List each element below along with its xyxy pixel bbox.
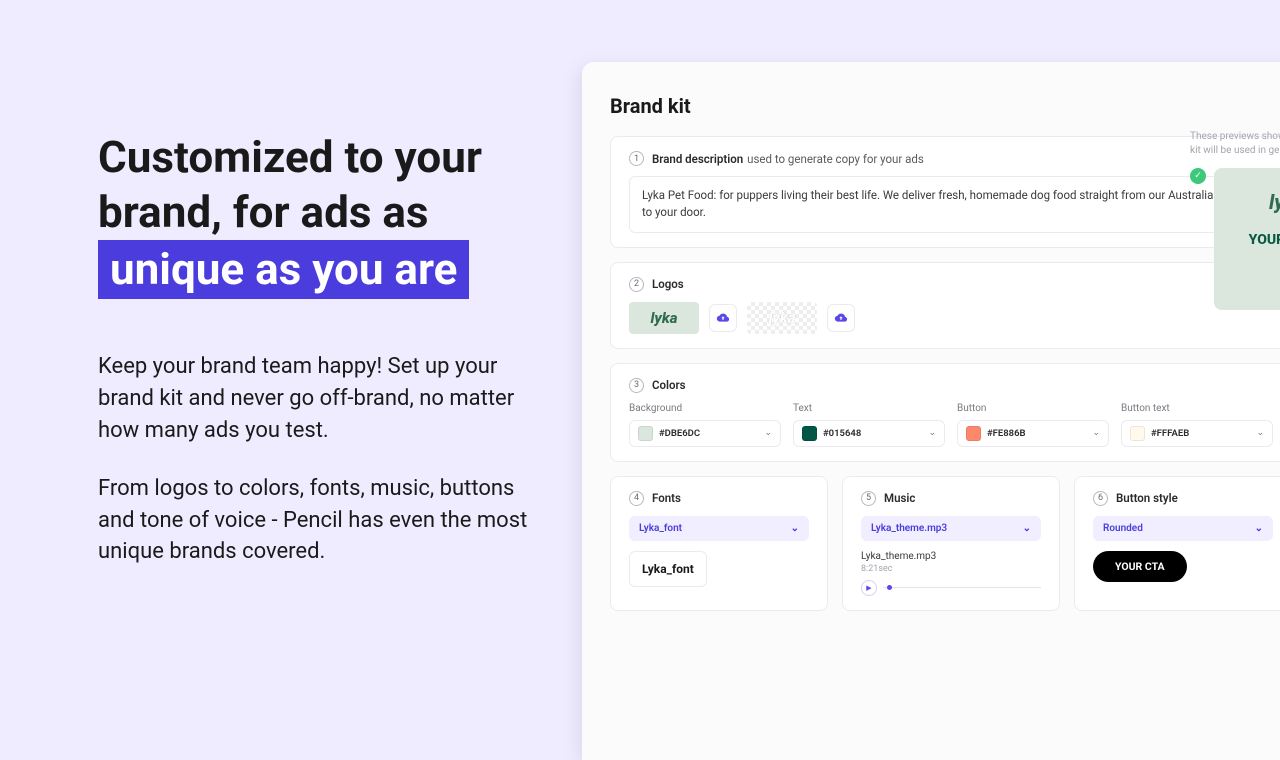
check-icon: ✓ [1190,168,1206,184]
font-select-value: Lyka_font [639,523,682,534]
chevron-down-icon: ⌄ [1092,428,1100,438]
brand-description-sublabel: used to generate copy for your ads [747,152,924,166]
brand-kit-panel: Brand kit 1 Brand description used to ge… [582,62,1280,760]
step-3-icon: 3 [629,378,644,393]
brand-description-label: Brand description [652,152,743,166]
panel-title: Brand kit [610,94,1280,118]
logos-label: Logos [652,277,684,291]
step-6-icon: 6 [1093,491,1108,506]
color-swatch [966,426,981,441]
color-hex: #FE886B [987,428,1086,439]
color-swatch [638,426,653,441]
hero-line-1: Customized to your [98,131,482,183]
preview-copy: YOUR COPY [1226,232,1280,248]
font-preview: Lyka_font [629,551,707,587]
chevron-down-icon: ⌄ [1256,428,1264,438]
logo-tile-transparent[interactable]: lyka [747,302,817,334]
color-background-label: Background [629,403,781,414]
font-select[interactable]: Lyka_font ⌄ [629,516,809,541]
color-hex: #DBE6DC [659,428,758,439]
button-style-select[interactable]: Rounded ⌄ [1093,516,1273,541]
ad-preview-card: lyka YOUR COPY YOUR CTA [1214,168,1280,310]
hero-headline: Customized to your brand, for ads as uni… [98,130,530,299]
chevron-down-icon: ⌄ [1255,523,1263,534]
hero-line-2: brand, for ads as [98,186,429,238]
color-button-text-select[interactable]: #FFFAEB ⌄ [1121,420,1273,447]
hero-highlight: unique as you are [98,240,469,299]
chevron-down-icon: ⌄ [928,428,936,438]
preview-note: These previews show how your brand kit w… [1190,130,1280,158]
color-text-label: Text [793,403,945,414]
color-swatch [802,426,817,441]
button-style-value: Rounded [1103,523,1143,534]
step-1-icon: 1 [629,151,644,166]
logos-card: 2 Logos lyka lyka [610,262,1280,349]
chevron-down-icon: ⌄ [764,428,772,438]
step-4-icon: 4 [629,491,644,506]
brand-description-card: 1 Brand description used to generate cop… [610,136,1280,248]
music-label: Music [884,491,915,505]
fonts-label: Fonts [652,491,681,505]
color-swatch [1130,426,1145,441]
color-text-select[interactable]: #015648 ⌄ [793,420,945,447]
preview-logo: lyka [1226,190,1280,214]
audio-track[interactable] [883,587,1041,588]
color-button-select[interactable]: #FE886B ⌄ [957,420,1109,447]
cta-preview-button: YOUR CTA [1093,551,1187,582]
music-select[interactable]: Lyka_theme.mp3 ⌄ [861,516,1041,541]
upload-logo-button[interactable] [709,304,737,332]
cloud-upload-icon [716,312,730,323]
colors-card: 3 Colors Background #DBE6DC ⌄ Text [610,363,1280,462]
step-2-icon: 2 [629,277,644,292]
brand-description-input[interactable]: Lyka Pet Food: for puppers living their … [629,176,1273,233]
button-style-card: 6 Button style Rounded ⌄ YOUR CTA [1074,476,1280,611]
chevron-down-icon: ⌄ [1023,523,1031,534]
music-duration: 8:21sec [861,564,1041,574]
color-button-text-label: Button text [1121,403,1273,414]
fonts-card: 4 Fonts Lyka_font ⌄ Lyka_font [610,476,828,611]
music-filename: Lyka_theme.mp3 [861,551,1041,562]
upload-logo-button[interactable] [827,304,855,332]
music-card: 5 Music Lyka_theme.mp3 ⌄ Lyka_theme.mp3 … [842,476,1060,611]
colors-label: Colors [652,378,686,392]
cloud-upload-icon [834,312,848,323]
color-hex: #FFFAEB [1151,428,1250,439]
hero-para-1: Keep your brand team happy! Set up your … [98,351,530,447]
hero-para-2: From logos to colors, fonts, music, butt… [98,473,530,569]
color-button-label: Button [957,403,1109,414]
color-hex: #015648 [823,428,922,439]
color-background-select[interactable]: #DBE6DC ⌄ [629,420,781,447]
button-style-label: Button style [1116,491,1178,505]
logo-tile-primary[interactable]: lyka [629,302,699,334]
chevron-down-icon: ⌄ [791,523,799,534]
step-5-icon: 5 [861,491,876,506]
music-select-value: Lyka_theme.mp3 [871,523,947,534]
play-button[interactable]: ▶ [861,580,877,596]
